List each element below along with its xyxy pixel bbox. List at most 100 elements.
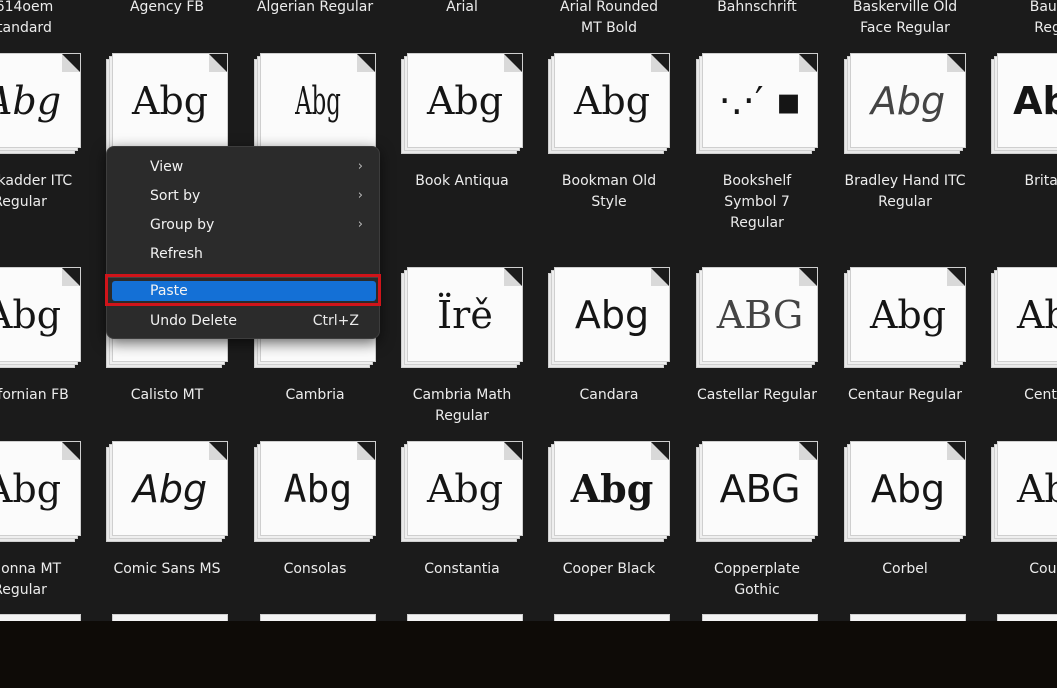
font-name-label: Corbel [882, 561, 928, 577]
font-preview-text: Abg [870, 78, 946, 123]
font-tile[interactable]: Abg [991, 53, 1057, 154]
font-tile[interactable]: Abg [401, 53, 523, 154]
font-preview-text: Abg [283, 466, 353, 511]
menu-item-view[interactable]: View › [113, 154, 375, 180]
font-name-label: Century [1024, 387, 1057, 403]
font-tile[interactable]: Abg [844, 441, 966, 542]
chevron-right-icon: › [357, 188, 363, 203]
font-tile[interactable]: Abg [844, 53, 966, 154]
menu-item-label: Undo Delete [150, 313, 238, 329]
font-file-icon [112, 614, 228, 621]
context-menu: View › Sort by › Group by › Refresh Past… [105, 146, 381, 339]
font-tile[interactable]: Abg [0, 53, 81, 154]
font-name-label: Cambria Math Regular [412, 387, 512, 424]
font-preview-text: Abg [0, 466, 62, 511]
font-preview-text: Abg [0, 292, 62, 337]
font-name-label: Bradley Hand ITC Regular [844, 173, 966, 210]
font-file-icon [997, 614, 1057, 621]
font-file-icon [260, 614, 376, 621]
font-tile[interactable]: Abg [254, 441, 376, 542]
font-name-label: Arial Rounded MT Bold [560, 0, 658, 36]
font-name-label: Centaur Regular [847, 387, 963, 403]
font-name-label: Cambria [285, 387, 345, 403]
font-name-label: Consolas [283, 561, 347, 577]
font-file-icon [0, 614, 81, 621]
font-name-label: Colonna MT Regular [0, 561, 62, 598]
font-file-icon [554, 614, 670, 621]
font-tile[interactable]: ·.·′ ▪ [696, 53, 818, 154]
font-file-icon [850, 614, 966, 621]
menu-item-label: View [150, 159, 184, 175]
font-name-label: Calisto MT [130, 387, 204, 403]
font-tile[interactable]: Abg [991, 267, 1057, 368]
font-preview-text: Abg [131, 78, 209, 123]
font-preview-text: Abg [869, 292, 947, 337]
menu-item-label: Refresh [150, 246, 203, 262]
font-tile[interactable]: Abg [548, 267, 670, 368]
font-preview-text: Abg [573, 78, 651, 123]
font-tile[interactable]: Abg [106, 441, 228, 542]
font-tile[interactable]: Abg [0, 267, 81, 368]
font-name-label: Castellar Regular [696, 387, 817, 403]
font-tile[interactable]: ABG [696, 267, 818, 368]
font-preview-text: ABG [719, 466, 801, 511]
font-preview-text: Abg [426, 466, 504, 511]
font-name-label: Algerian Regular [256, 0, 374, 15]
font-preview-text: Ïrě [437, 292, 493, 337]
font-tile[interactable]: Abg [991, 441, 1057, 542]
font-preview-text: Abg [295, 78, 341, 123]
font-tile[interactable]: Abg [548, 441, 670, 542]
menu-item-undo-delete[interactable]: Undo Delete Ctrl+Z [113, 308, 375, 334]
font-tile[interactable]: Ïrě [401, 267, 523, 368]
font-tile[interactable]: Abg [844, 267, 966, 368]
font-name-label: Baskerville Old Face Regular [852, 0, 958, 36]
font-name-label: Bauha Regu [1029, 0, 1057, 36]
font-name-label: Copperplate Gothic [714, 561, 800, 598]
font-name-label: Bahnschrift [717, 0, 797, 15]
page-fold [357, 54, 375, 72]
font-name-label: Candara [579, 387, 639, 403]
menu-item-label: Group by [150, 217, 215, 233]
font-name-label: Agency FB [129, 0, 205, 15]
font-preview-text: Abg [1013, 78, 1057, 123]
fonts-folder-view: 5614oem Standard Agency FB Algerian Regula… [0, 0, 1057, 621]
shortcut-text: Ctrl+Z [312, 313, 359, 329]
font-preview-text: Abg [574, 292, 650, 337]
font-name-label: Californian FB [0, 387, 69, 403]
font-name-label: Britanni [1024, 173, 1057, 189]
bottom-bar [0, 621, 1057, 688]
font-tile[interactable]: Abg [254, 53, 376, 154]
font-tile[interactable]: Abg [0, 441, 81, 542]
font-name-label: Constantia [424, 561, 500, 577]
menu-item-sort-by[interactable]: Sort by › [113, 183, 375, 209]
font-name-label: Cooper Black [562, 561, 656, 577]
font-name-label: Courie [1029, 561, 1057, 577]
font-preview-text: Abg [0, 78, 62, 123]
font-name-label: Comic Sans MS [113, 561, 221, 577]
font-tile[interactable]: Abg [548, 53, 670, 154]
menu-item-group-by[interactable]: Group by › [113, 212, 375, 238]
font-preview-text: Abg [426, 78, 504, 123]
chevron-right-icon: › [357, 159, 363, 174]
font-tile[interactable]: ABG [696, 441, 818, 542]
font-name-label: Book Antiqua [415, 173, 509, 189]
font-preview-text: ABG [716, 292, 804, 337]
menu-item-label: Sort by [150, 188, 201, 204]
chevron-right-icon: › [357, 217, 363, 232]
font-preview-text: Abg [1016, 292, 1057, 337]
font-preview-text: Abg [1016, 466, 1057, 511]
font-preview-text: Abg [132, 466, 208, 511]
annotation-outline [105, 274, 381, 306]
font-tile[interactable]: Abg [106, 53, 228, 154]
font-name-label: Bookshelf Symbol 7 Regular [722, 173, 792, 231]
font-name-label: Blackadder ITC Regular [0, 173, 73, 210]
menu-item-refresh[interactable]: Refresh [113, 241, 375, 267]
font-file-icon [407, 614, 523, 621]
font-name-label: 5614oem Standard [0, 0, 54, 36]
font-name-label: Bookman Old Style [561, 173, 657, 210]
font-preview-text: ·.·′ ▪ [718, 78, 802, 123]
font-tile[interactable]: Abg [401, 441, 523, 542]
font-file-icon [702, 614, 818, 621]
font-preview-text: Abg [870, 466, 946, 511]
font-preview-text: Abg [570, 466, 654, 511]
